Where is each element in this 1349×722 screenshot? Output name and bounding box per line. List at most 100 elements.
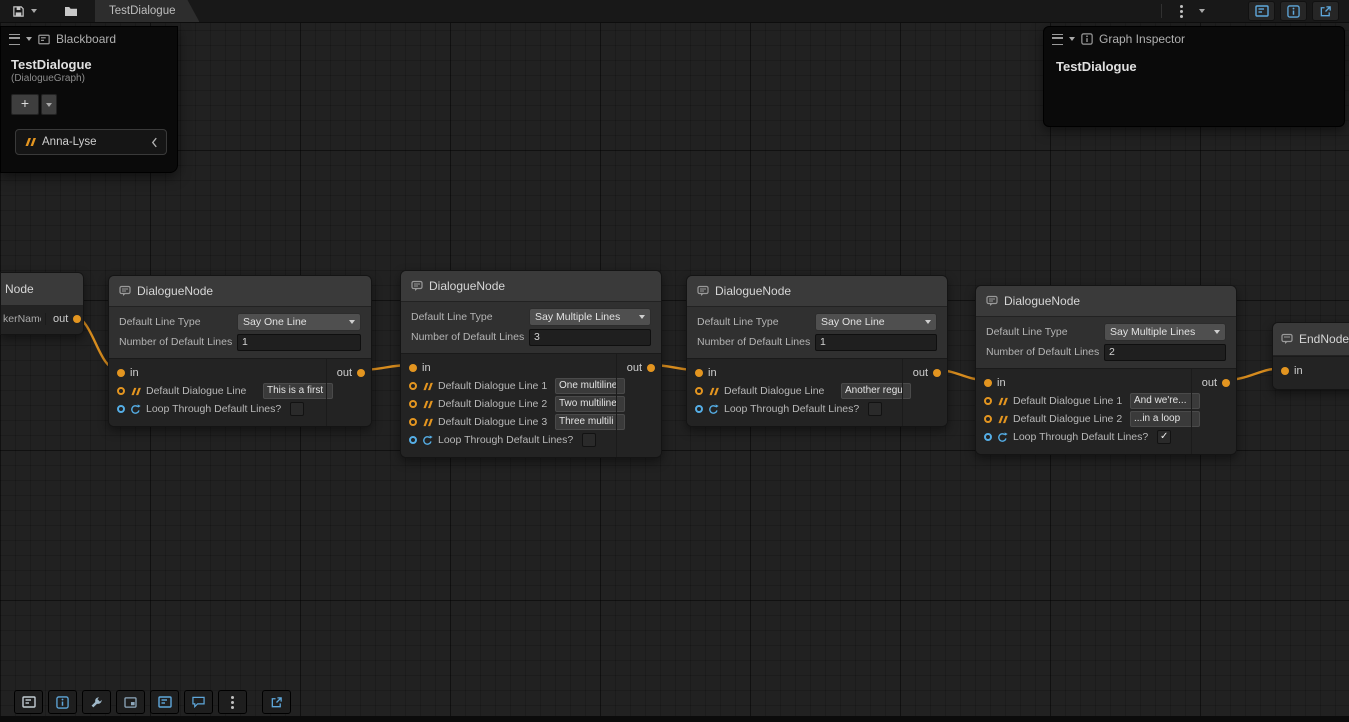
in-port[interactable]: in xyxy=(687,364,947,382)
line-type-dropdown[interactable]: Say One Line xyxy=(815,313,937,331)
loop-checkbox[interactable] xyxy=(582,433,596,447)
num-lines-input[interactable]: 2 xyxy=(1104,344,1226,361)
graph-inspector-toggle-button[interactable] xyxy=(48,690,77,714)
dialogue-node-4[interactable]: DialogueNode Default Line Type Say Multi… xyxy=(975,285,1237,455)
variables-panel-button[interactable] xyxy=(150,690,179,714)
graph-canvas[interactable]: Node kerName out DialogueNode Default Li… xyxy=(0,0,1349,722)
num-lines-input[interactable]: 1 xyxy=(815,334,937,351)
speaker-name-out-port[interactable]: kerName out xyxy=(1,306,83,334)
node-title-bar[interactable]: DialogueNode xyxy=(687,276,947,307)
in-port[interactable]: in xyxy=(109,364,371,382)
dialogue-node-icon xyxy=(119,285,131,297)
blackboard-header[interactable]: Blackboard xyxy=(1,27,177,51)
line-type-dropdown[interactable]: Say Multiple Lines xyxy=(1104,323,1226,341)
end-node[interactable]: EndNode in xyxy=(1272,322,1349,390)
in-port-dot[interactable] xyxy=(409,364,417,372)
out-port-dot[interactable] xyxy=(647,364,655,372)
out-port-dot[interactable] xyxy=(73,315,81,323)
dialogue-line-row: Default Dialogue Line 2 ...in a loop xyxy=(976,410,1236,428)
start-node-partial[interactable]: Node kerName out xyxy=(0,272,84,335)
node-title-bar[interactable]: DialogueNode xyxy=(401,271,661,302)
dialogue-line-row: Default Dialogue Line This is a first xyxy=(109,382,371,400)
settings-button[interactable] xyxy=(82,690,111,714)
menu-icon[interactable] xyxy=(1052,34,1063,45)
blackboard-toggle-button[interactable] xyxy=(14,690,43,714)
minimap-toggle-button[interactable] xyxy=(116,690,145,714)
node-title: EndNode xyxy=(1299,332,1349,346)
loop-port-dot[interactable] xyxy=(117,405,125,413)
toggle-inspector-button[interactable] xyxy=(1280,1,1307,21)
dialogue-line-input[interactable]: Two multiline xyxy=(555,396,625,412)
in-port-dot[interactable] xyxy=(117,369,125,377)
node-properties: Default Line Type Say One Line Number of… xyxy=(687,307,947,358)
dialogue-line-port-dot[interactable] xyxy=(409,400,417,408)
add-variable-button[interactable]: + xyxy=(11,94,39,115)
chevron-down-icon[interactable] xyxy=(1069,37,1075,41)
line-type-dropdown[interactable]: Say One Line xyxy=(237,313,361,331)
line-type-label: Default Line Type xyxy=(986,326,1104,338)
dialogue-node-1[interactable]: DialogueNode Default Line Type Say One L… xyxy=(108,275,372,427)
dialogue-line-input[interactable]: One multiline xyxy=(555,378,625,394)
dialogue-line-input[interactable]: And we're... xyxy=(1130,393,1200,409)
add-variable-dropdown-button[interactable] xyxy=(41,94,57,115)
out-port[interactable]: out xyxy=(337,364,365,382)
node-title-bar[interactable]: Node xyxy=(1,273,83,306)
in-port[interactable]: in xyxy=(976,374,1236,392)
num-lines-input[interactable]: 3 xyxy=(529,329,651,346)
loop-checkbox[interactable] xyxy=(290,402,304,416)
loop-port-dot[interactable] xyxy=(984,433,992,441)
dialogue-line-input[interactable]: Three multili xyxy=(555,414,625,430)
out-port-dot[interactable] xyxy=(357,369,365,377)
loop-port-dot[interactable] xyxy=(409,436,417,444)
in-port[interactable]: in xyxy=(1273,362,1349,380)
toggle-preview-button[interactable] xyxy=(1312,1,1339,21)
overflow-menu-button[interactable] xyxy=(218,690,247,714)
dialogue-node-2[interactable]: DialogueNode Default Line Type Say Multi… xyxy=(400,270,662,458)
dialogue-line-label: Default Dialogue Line 1 xyxy=(438,380,550,392)
dialogue-line-input[interactable]: ...in a loop xyxy=(1130,411,1200,427)
in-port-dot[interactable] xyxy=(695,369,703,377)
blackboard-field-anna-lyse[interactable]: Anna-Lyse xyxy=(15,129,167,155)
in-port[interactable]: in xyxy=(401,359,661,377)
chevron-down-icon xyxy=(31,9,37,13)
dialogue-line-port-dot[interactable] xyxy=(984,397,992,405)
more-options-button[interactable] xyxy=(1171,2,1191,20)
chevron-left-icon[interactable] xyxy=(151,137,158,148)
dialogue-line-port-dot[interactable] xyxy=(695,387,703,395)
graph-tab[interactable]: TestDialogue xyxy=(95,0,199,22)
more-options-dropdown-button[interactable] xyxy=(1196,2,1207,20)
open-asset-button[interactable] xyxy=(61,2,81,20)
dialogue-line-input[interactable]: This is a first xyxy=(263,383,333,399)
out-port[interactable]: out xyxy=(627,359,655,377)
dialogue-line-port-dot[interactable] xyxy=(984,415,992,423)
in-port-dot[interactable] xyxy=(1281,367,1289,375)
num-lines-input[interactable]: 1 xyxy=(237,334,361,351)
dialogue-line-input[interactable]: Another regu xyxy=(841,383,911,399)
open-in-window-button[interactable] xyxy=(262,690,291,714)
toggle-blackboard-button[interactable] xyxy=(1248,1,1275,21)
in-port-dot[interactable] xyxy=(984,379,992,387)
dialogue-line-port-dot[interactable] xyxy=(409,382,417,390)
out-port-dot[interactable] xyxy=(1222,379,1230,387)
menu-icon[interactable] xyxy=(9,34,20,45)
node-title-bar[interactable]: EndNode xyxy=(1273,323,1349,356)
dialogue-line-port-dot[interactable] xyxy=(117,387,125,395)
graph-inspector-header[interactable]: Graph Inspector xyxy=(1044,27,1344,51)
dialogue-preview-button[interactable] xyxy=(184,690,213,714)
chevron-down-icon[interactable] xyxy=(26,37,32,41)
dialogue-line-port-dot[interactable] xyxy=(409,418,417,426)
save-button[interactable] xyxy=(8,2,28,20)
out-port-dot[interactable] xyxy=(933,369,941,377)
loop-checkbox[interactable]: ✓ xyxy=(1157,430,1171,444)
node-title: DialogueNode xyxy=(429,279,505,293)
loop-checkbox[interactable] xyxy=(868,402,882,416)
loop-port-dot[interactable] xyxy=(695,405,703,413)
line-type-dropdown[interactable]: Say Multiple Lines xyxy=(529,308,651,326)
dialogue-node-3[interactable]: DialogueNode Default Line Type Say One L… xyxy=(686,275,948,427)
node-title-bar[interactable]: DialogueNode xyxy=(109,276,371,307)
out-port[interactable]: out xyxy=(913,364,941,382)
save-options-button[interactable] xyxy=(28,2,39,20)
node-title-bar[interactable]: DialogueNode xyxy=(976,286,1236,317)
chevron-down-icon xyxy=(925,320,931,324)
out-port[interactable]: out xyxy=(1202,374,1230,392)
